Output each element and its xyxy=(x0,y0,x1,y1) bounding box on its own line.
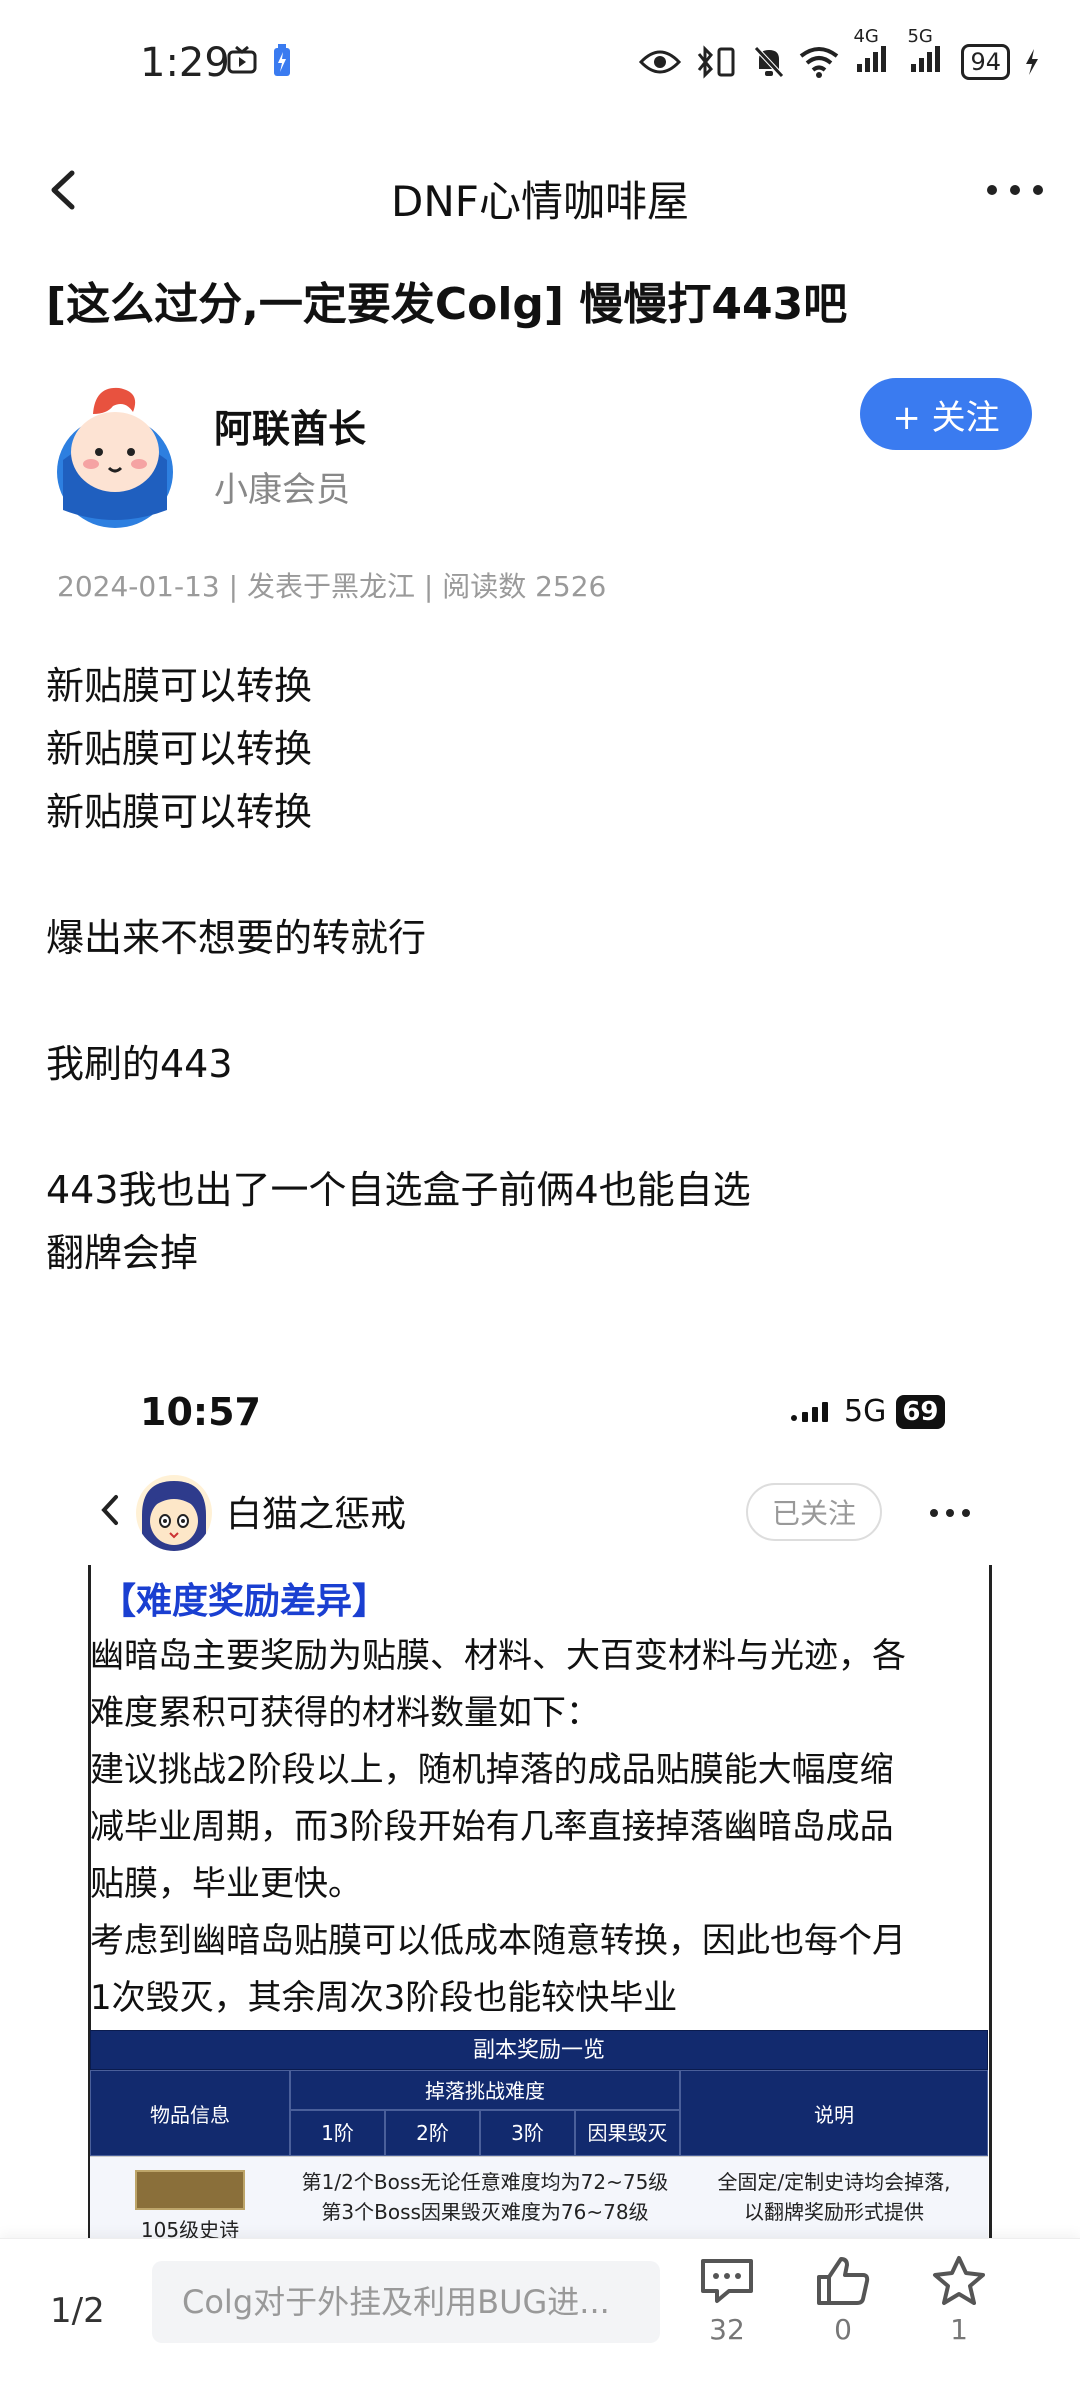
header-item-info: 物品信息 xyxy=(90,2070,290,2156)
post-body: 新贴膜可以转换 新贴膜可以转换 新贴膜可以转换 爆出来不想要的转就行 我刷的44… xyxy=(46,655,751,1285)
post-meta: 2024-01-13 | 发表于黑龙江 | 阅读数 2526 xyxy=(57,570,607,603)
embedded-network: 5G xyxy=(844,1394,887,1429)
embedded-avatar xyxy=(136,1475,212,1551)
embedded-line: 建议挑战2阶段以上，随机掉落的成品贴膜能大幅度缩 xyxy=(90,1750,894,1790)
favorite-count: 1 xyxy=(950,2313,968,2346)
body-line: 爆出来不想要的转就行 xyxy=(46,916,427,960)
comment-icon xyxy=(701,2259,753,2303)
media-icon xyxy=(227,45,257,74)
body-line xyxy=(46,1096,751,1159)
header-note: 说明 xyxy=(680,2070,988,2156)
status-bar: 1:29 4G 5G 94 xyxy=(0,0,1080,130)
page-indicator[interactable]: 1/2 xyxy=(50,2291,105,2331)
author-role: 小康会员 xyxy=(214,470,350,510)
cell-item: 105级史诗 xyxy=(90,2157,290,2240)
embedded-status-right: 5G 69 xyxy=(790,1394,945,1429)
cell-difficulty-line: 第1/2个Boss无论任意难度均为72~75级 xyxy=(301,2170,669,2194)
embedded-battery: 69 xyxy=(896,1394,945,1429)
body-line xyxy=(46,970,751,1033)
body-line: 翻牌会掉 xyxy=(46,1231,199,1275)
body-line xyxy=(46,844,751,907)
embedded-line: 减毕业周期，而3阶段开始有几率直接掉落幽暗岛成品 xyxy=(90,1807,894,1847)
body-line: 443我也出了一个自选盒子前俩4也能自选 xyxy=(46,1168,751,1212)
embedded-more-icon xyxy=(930,1509,970,1517)
embedded-line: 贴膜，毕业更快。 xyxy=(90,1864,362,1904)
status-time: 1:29 xyxy=(140,40,230,86)
author-name[interactable]: 阿联酋长 xyxy=(214,398,366,453)
table-row: 105级史诗 第1/2个Boss无论任意难度均为72~75级 第3个Boss因果… xyxy=(90,2156,988,2240)
cell-note: 全固定/定制史诗均会掉落, 以翻牌奖励形式提供 xyxy=(680,2157,988,2240)
cell-note-line: 以翻牌奖励形式提供 xyxy=(744,2200,924,2224)
difficulty-level: 2阶 xyxy=(385,2110,480,2156)
body-line: 我刷的443 xyxy=(46,1042,233,1086)
body-line: 新贴膜可以转换 xyxy=(46,790,313,834)
favorite-button[interactable]: 1 xyxy=(914,2255,1004,2346)
table-header-row: 物品信息 掉落挑战难度 1阶 2阶 3阶 因果毁灭 说明 xyxy=(90,2070,988,2156)
reward-table: 副本奖励一览 物品信息 掉落挑战难度 1阶 2阶 3阶 因果毁灭 说明 105级… xyxy=(90,2030,988,2240)
cell-difficulty-line: 第3个Boss因果毁灭难度为76~78级 xyxy=(321,2200,649,2224)
bluetooth-vibrate-icon xyxy=(698,45,735,79)
embedded-screenshot[interactable]: 10:57 5G 69 白猫之惩戒 已关注 【难度奖励差异】 幽暗岛主要奖励为贴… xyxy=(0,1360,1080,2240)
charging-battery-icon xyxy=(274,44,290,76)
difficulty-level: 因果毁灭 xyxy=(575,2110,680,2156)
more-options-icon[interactable] xyxy=(980,160,1050,220)
post-title: [这么过分,一定要发Colg] 慢慢打443吧 xyxy=(46,279,848,330)
wifi-icon xyxy=(800,47,839,78)
embedded-author-name: 白猫之惩戒 xyxy=(226,1494,407,1535)
like-button[interactable]: 0 xyxy=(798,2255,888,2346)
embedded-line: 幽暗岛主要奖励为贴膜、材料、大百变材料与光迹，各 xyxy=(90,1636,906,1676)
network-5g-label: 5G xyxy=(907,26,933,47)
comment-button[interactable]: 32 xyxy=(682,2255,772,2346)
difficulty-level: 3阶 xyxy=(480,2110,575,2156)
thumbs-up-icon xyxy=(817,2257,870,2305)
embedded-paragraph: 幽暗岛主要奖励为贴膜、材料、大百变材料与光迹，各 难度累积可获得的材料数量如下：… xyxy=(90,1628,990,2027)
embedded-heading: 【难度奖励差异】 xyxy=(100,1581,389,1622)
comment-input[interactable]: Colg对于外挂及利用BUG进... xyxy=(152,2261,660,2343)
body-line: 新贴膜可以转换 xyxy=(46,727,313,771)
item-label: 105级史诗 xyxy=(140,2218,240,2240)
embedded-time: 10:57 xyxy=(140,1390,261,1434)
mute-bell-icon xyxy=(754,46,785,78)
table-title: 副本奖励一览 xyxy=(90,2030,988,2070)
follow-label: + 关注 xyxy=(892,397,1000,438)
battery-level: 94 xyxy=(961,44,1010,80)
header-difficulty-levels: 1阶 2阶 3阶 因果毁灭 xyxy=(290,2110,680,2156)
nav-title: DNF心情咖啡屋 xyxy=(391,177,689,226)
author-avatar[interactable] xyxy=(55,380,175,530)
header-difficulty: 掉落挑战难度 1阶 2阶 3阶 因果毁灭 xyxy=(290,2070,680,2156)
embedded-signal-icon xyxy=(791,1401,828,1422)
status-right: 4G 5G 94 xyxy=(639,26,1040,82)
star-icon xyxy=(933,2256,985,2305)
comment-count: 32 xyxy=(709,2313,745,2346)
like-count: 0 xyxy=(834,2313,852,2346)
embedded-line: 难度累积可获得的材料数量如下： xyxy=(90,1693,600,1733)
embedded-line: 1次毁灭，其余周次3阶段也能较快毕业 xyxy=(90,1978,678,2018)
top-nav: DNF心情咖啡屋 xyxy=(0,130,1080,250)
follow-button[interactable]: + 关注 xyxy=(860,378,1032,450)
body-line: 新贴膜可以转换 xyxy=(46,664,313,708)
embedded-line: 考虑到幽暗岛贴膜可以低成本随意转换，因此也每个月 xyxy=(90,1921,906,1961)
embedded-back-icon xyxy=(101,1495,118,1525)
header-difficulty-title: 掉落挑战难度 xyxy=(290,2070,680,2110)
charging-bolt-icon xyxy=(1026,49,1038,75)
embedded-follow-badge: 已关注 xyxy=(746,1483,882,1541)
cell-note-line: 全固定/定制史诗均会掉落, xyxy=(717,2170,951,2194)
cell-difficulty: 第1/2个Boss无论任意难度均为72~75级 第3个Boss因果毁灭难度为76… xyxy=(290,2157,680,2240)
item-image xyxy=(135,2170,245,2210)
embedded-avatar-image xyxy=(142,1481,206,1551)
network-4g-label: 4G xyxy=(853,26,879,47)
eye-icon xyxy=(639,50,682,74)
difficulty-level: 1阶 xyxy=(290,2110,385,2156)
bottom-action-bar: 1/2 Colg对于外挂及利用BUG进... 32 0 1 xyxy=(0,2238,1080,2400)
